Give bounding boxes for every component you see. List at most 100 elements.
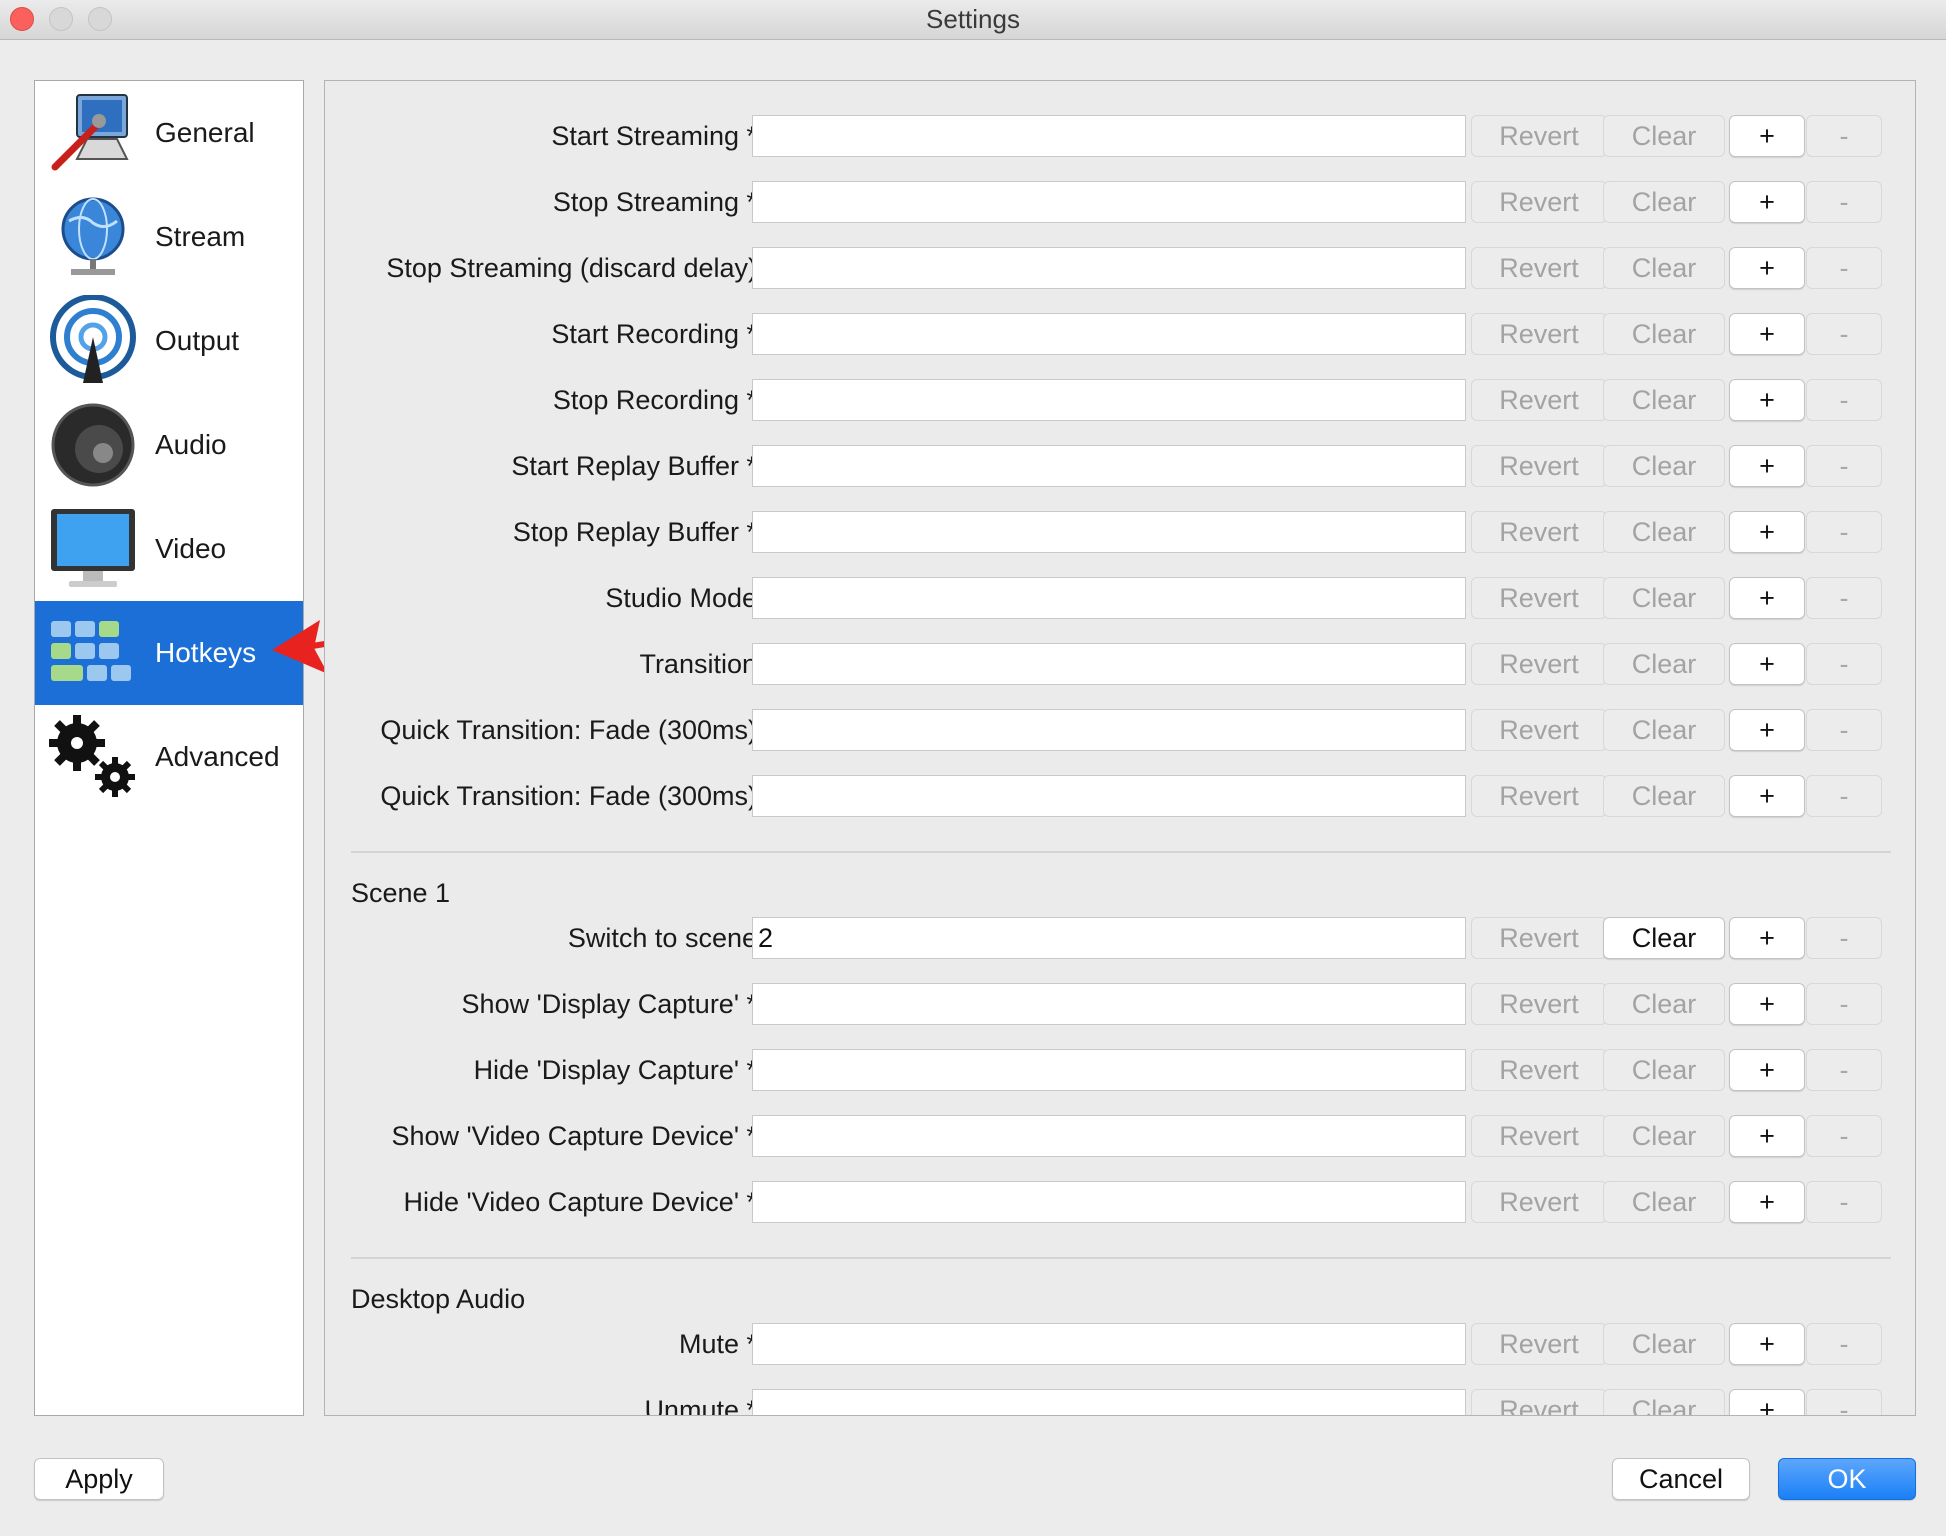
clear-button[interactable]: Clear bbox=[1603, 643, 1725, 685]
remove-hotkey-button[interactable]: - bbox=[1806, 643, 1882, 685]
hotkey-input[interactable]: 2 bbox=[752, 917, 1466, 959]
cancel-button[interactable]: Cancel bbox=[1612, 1458, 1750, 1500]
hotkey-input[interactable] bbox=[752, 1389, 1466, 1415]
clear-button[interactable]: Clear bbox=[1603, 917, 1725, 959]
revert-button[interactable]: Revert bbox=[1471, 1181, 1607, 1223]
remove-hotkey-button[interactable]: - bbox=[1806, 511, 1882, 553]
revert-button[interactable]: Revert bbox=[1471, 1389, 1607, 1415]
add-hotkey-button[interactable]: + bbox=[1729, 1115, 1805, 1157]
add-hotkey-button[interactable]: + bbox=[1729, 379, 1805, 421]
hotkey-input[interactable] bbox=[752, 1181, 1466, 1223]
add-hotkey-button[interactable]: + bbox=[1729, 181, 1805, 223]
revert-button[interactable]: Revert bbox=[1471, 379, 1607, 421]
sidebar-item-video[interactable]: Video bbox=[35, 497, 303, 601]
revert-button[interactable]: Revert bbox=[1471, 115, 1607, 157]
hotkey-input[interactable] bbox=[752, 775, 1466, 817]
remove-hotkey-button[interactable]: - bbox=[1806, 115, 1882, 157]
clear-button[interactable]: Clear bbox=[1603, 379, 1725, 421]
clear-button[interactable]: Clear bbox=[1603, 247, 1725, 289]
revert-button[interactable]: Revert bbox=[1471, 917, 1607, 959]
revert-button[interactable]: Revert bbox=[1471, 313, 1607, 355]
remove-hotkey-button[interactable]: - bbox=[1806, 445, 1882, 487]
clear-button[interactable]: Clear bbox=[1603, 1389, 1725, 1415]
remove-hotkey-button[interactable]: - bbox=[1806, 775, 1882, 817]
remove-hotkey-button[interactable]: - bbox=[1806, 313, 1882, 355]
revert-button[interactable]: Revert bbox=[1471, 445, 1607, 487]
clear-button[interactable]: Clear bbox=[1603, 1181, 1725, 1223]
add-hotkey-button[interactable]: + bbox=[1729, 709, 1805, 751]
add-hotkey-button[interactable]: + bbox=[1729, 445, 1805, 487]
hotkey-input[interactable] bbox=[752, 379, 1466, 421]
add-hotkey-button[interactable]: + bbox=[1729, 313, 1805, 355]
revert-button[interactable]: Revert bbox=[1471, 247, 1607, 289]
clear-button[interactable]: Clear bbox=[1603, 983, 1725, 1025]
hotkey-input[interactable] bbox=[752, 643, 1466, 685]
hotkey-input[interactable] bbox=[752, 115, 1466, 157]
sidebar-item-hotkeys[interactable]: Hotkeys bbox=[35, 601, 303, 705]
ok-button[interactable]: OK bbox=[1778, 1458, 1916, 1500]
revert-button[interactable]: Revert bbox=[1471, 511, 1607, 553]
revert-button[interactable]: Revert bbox=[1471, 1115, 1607, 1157]
clear-button[interactable]: Clear bbox=[1603, 511, 1725, 553]
clear-button[interactable]: Clear bbox=[1603, 1115, 1725, 1157]
revert-button[interactable]: Revert bbox=[1471, 643, 1607, 685]
remove-hotkey-button[interactable]: - bbox=[1806, 1389, 1882, 1415]
add-hotkey-button[interactable]: + bbox=[1729, 643, 1805, 685]
remove-hotkey-button[interactable]: - bbox=[1806, 1181, 1882, 1223]
remove-hotkey-button[interactable]: - bbox=[1806, 983, 1882, 1025]
add-hotkey-button[interactable]: + bbox=[1729, 247, 1805, 289]
clear-button[interactable]: Clear bbox=[1603, 1049, 1725, 1091]
clear-button[interactable]: Clear bbox=[1603, 181, 1725, 223]
add-hotkey-button[interactable]: + bbox=[1729, 775, 1805, 817]
remove-hotkey-button[interactable]: - bbox=[1806, 709, 1882, 751]
clear-button[interactable]: Clear bbox=[1603, 1323, 1725, 1365]
hotkey-input[interactable] bbox=[752, 709, 1466, 751]
clear-button[interactable]: Clear bbox=[1603, 115, 1725, 157]
hotkey-input[interactable] bbox=[752, 445, 1466, 487]
add-hotkey-button[interactable]: + bbox=[1729, 1323, 1805, 1365]
hotkey-input[interactable] bbox=[752, 1115, 1466, 1157]
sidebar-item-output[interactable]: Output bbox=[35, 289, 303, 393]
hotkey-input[interactable] bbox=[752, 511, 1466, 553]
add-hotkey-button[interactable]: + bbox=[1729, 577, 1805, 619]
clear-button[interactable]: Clear bbox=[1603, 775, 1725, 817]
add-hotkey-button[interactable]: + bbox=[1729, 1389, 1805, 1415]
hotkey-input[interactable] bbox=[752, 313, 1466, 355]
revert-button[interactable]: Revert bbox=[1471, 577, 1607, 619]
remove-hotkey-button[interactable]: - bbox=[1806, 181, 1882, 223]
clear-button[interactable]: Clear bbox=[1603, 313, 1725, 355]
remove-hotkey-button[interactable]: - bbox=[1806, 577, 1882, 619]
add-hotkey-button[interactable]: + bbox=[1729, 115, 1805, 157]
revert-button[interactable]: Revert bbox=[1471, 983, 1607, 1025]
add-hotkey-button[interactable]: + bbox=[1729, 917, 1805, 959]
hotkey-input[interactable] bbox=[752, 577, 1466, 619]
revert-button[interactable]: Revert bbox=[1471, 1049, 1607, 1091]
apply-button[interactable]: Apply bbox=[34, 1458, 164, 1500]
revert-button[interactable]: Revert bbox=[1471, 181, 1607, 223]
remove-hotkey-button[interactable]: - bbox=[1806, 1323, 1882, 1365]
hotkey-input[interactable] bbox=[752, 1323, 1466, 1365]
add-hotkey-button[interactable]: + bbox=[1729, 511, 1805, 553]
hotkey-input[interactable] bbox=[752, 247, 1466, 289]
sidebar-item-stream[interactable]: Stream bbox=[35, 185, 303, 289]
revert-button[interactable]: Revert bbox=[1471, 1323, 1607, 1365]
sidebar-item-general[interactable]: General bbox=[35, 81, 303, 185]
hotkey-input[interactable] bbox=[752, 181, 1466, 223]
remove-hotkey-button[interactable]: - bbox=[1806, 379, 1882, 421]
remove-hotkey-button[interactable]: - bbox=[1806, 917, 1882, 959]
remove-hotkey-button[interactable]: - bbox=[1806, 1115, 1882, 1157]
sidebar-item-advanced[interactable]: Advanced bbox=[35, 705, 303, 809]
remove-hotkey-button[interactable]: - bbox=[1806, 1049, 1882, 1091]
add-hotkey-button[interactable]: + bbox=[1729, 1181, 1805, 1223]
hotkey-input[interactable] bbox=[752, 983, 1466, 1025]
add-hotkey-button[interactable]: + bbox=[1729, 983, 1805, 1025]
clear-button[interactable]: Clear bbox=[1603, 445, 1725, 487]
hotkey-input[interactable] bbox=[752, 1049, 1466, 1091]
clear-button[interactable]: Clear bbox=[1603, 577, 1725, 619]
revert-button[interactable]: Revert bbox=[1471, 709, 1607, 751]
add-hotkey-button[interactable]: + bbox=[1729, 1049, 1805, 1091]
sidebar-item-audio[interactable]: Audio bbox=[35, 393, 303, 497]
clear-button[interactable]: Clear bbox=[1603, 709, 1725, 751]
remove-hotkey-button[interactable]: - bbox=[1806, 247, 1882, 289]
revert-button[interactable]: Revert bbox=[1471, 775, 1607, 817]
